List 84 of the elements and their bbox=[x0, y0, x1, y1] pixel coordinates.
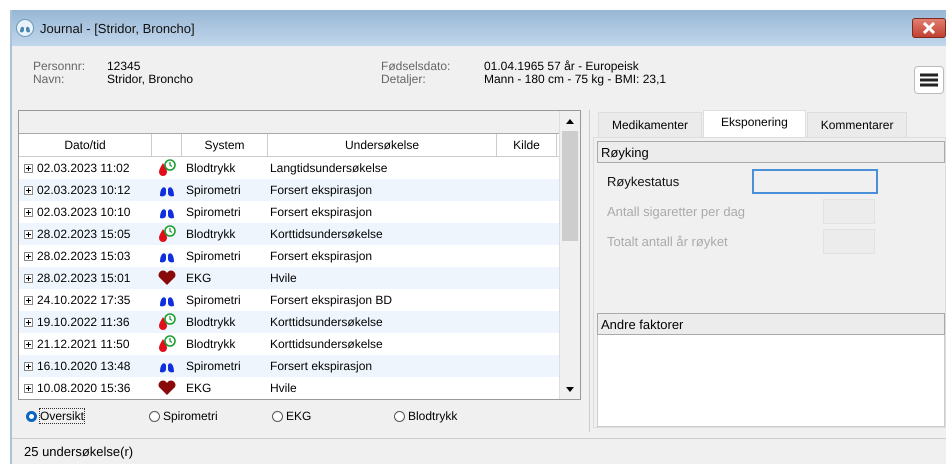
date-cell: 02.03.2023 11:02 bbox=[37, 161, 130, 175]
radio-button[interactable]: Spirometri bbox=[149, 409, 272, 423]
expand-button[interactable] bbox=[24, 164, 33, 172]
scrollbar[interactable] bbox=[559, 111, 580, 399]
heart-icon bbox=[157, 379, 177, 397]
table-cell-text: Korttidsundersøkelse bbox=[269, 336, 384, 353]
table-cell-text: Spirometri bbox=[185, 248, 242, 265]
table-cell-text: Korttidsundersøkelse bbox=[269, 226, 384, 243]
table-cell-text: Forsert ekspirasjon bbox=[269, 182, 374, 199]
table-cell-text: Spirometri bbox=[185, 182, 242, 199]
heart-icon bbox=[157, 269, 177, 287]
expand-button[interactable] bbox=[24, 340, 33, 348]
up-arrow-icon bbox=[566, 118, 574, 124]
field-label: Personnr: bbox=[33, 60, 86, 73]
table-cell-text: Forsert ekspirasjon bbox=[269, 204, 374, 221]
table-cell-text: Blodtrykk bbox=[185, 314, 236, 331]
table-cell-text: Forsert ekspirasjon bbox=[269, 358, 374, 375]
date-cell: 21.12.2021 11:50 bbox=[37, 337, 130, 351]
table-cell-text: Langtidsundersøkelse bbox=[269, 160, 388, 177]
date-cell: 10.08.2020 15:36 bbox=[37, 381, 130, 395]
expand-button[interactable] bbox=[24, 208, 33, 216]
table-cell-text: Blodtrykk bbox=[185, 336, 236, 353]
field-label: Antall sigaretter per dag bbox=[607, 204, 746, 219]
table-cell-text: Spirometri bbox=[185, 358, 242, 375]
menu-icon bbox=[920, 73, 938, 87]
expand-button[interactable] bbox=[24, 230, 33, 238]
table-cell-text: Spirometri bbox=[185, 204, 242, 221]
date-cell: 28.02.2023 15:01 bbox=[37, 271, 130, 285]
tab[interactable]: Kommentarer bbox=[806, 112, 908, 137]
section-header: Andre faktorer bbox=[597, 313, 945, 335]
table-cell-text: Forsert ekspirasjon BD bbox=[269, 292, 394, 309]
field-label: Totalt antall år røyket bbox=[607, 234, 729, 249]
table-cell-text: Hvile bbox=[269, 380, 298, 397]
date-cell: 02.03.2023 10:10 bbox=[37, 205, 130, 219]
expand-button[interactable] bbox=[24, 296, 33, 304]
field-label: Detaljer: bbox=[381, 73, 427, 86]
tab[interactable]: Medikamenter bbox=[598, 112, 702, 137]
scroll-thumb[interactable] bbox=[562, 131, 578, 241]
section-header: Røyking bbox=[597, 141, 945, 163]
field-label: Fødselsdato: bbox=[381, 60, 452, 73]
date-cell: 16.10.2020 13:48 bbox=[37, 359, 130, 373]
field-value: Mann - 180 cm - 75 kg - BMI: 23,1 bbox=[484, 73, 668, 86]
window-title: Journal - [Stridor, Broncho] bbox=[40, 20, 196, 36]
field-label: Navn: bbox=[33, 73, 66, 86]
down-arrow-icon bbox=[566, 386, 574, 392]
radio-button[interactable]: EKG bbox=[272, 409, 394, 423]
table-cell-text: EKG bbox=[185, 270, 212, 287]
blood-drop-clock-icon bbox=[157, 313, 177, 331]
field-label: Røykestatus bbox=[607, 174, 680, 189]
expand-button[interactable] bbox=[24, 274, 33, 282]
date-cell: 24.10.2022 17:35 bbox=[37, 293, 130, 307]
input-field[interactable] bbox=[752, 169, 878, 194]
radio-button[interactable]: Oversikt bbox=[26, 409, 149, 423]
table-cell-text: EKG bbox=[185, 380, 212, 397]
table-cell-text: Forsert ekspirasjon bbox=[269, 248, 374, 265]
status-text: 25 undersøkelse(r) bbox=[12, 438, 946, 464]
table-cell-text: Blodtrykk bbox=[185, 226, 236, 243]
date-cell: 28.02.2023 15:05 bbox=[37, 227, 130, 241]
field-value: Stridor, Broncho bbox=[107, 73, 194, 86]
expand-button[interactable] bbox=[24, 362, 33, 370]
column-header[interactable]: Kilde bbox=[497, 134, 557, 156]
close-icon bbox=[922, 22, 936, 34]
expand-button[interactable] bbox=[24, 252, 33, 260]
field-value: 12345 bbox=[107, 60, 142, 73]
radio-button[interactable]: Blodtrykk bbox=[394, 409, 517, 423]
close-button[interactable] bbox=[912, 18, 946, 38]
tab[interactable]: Eksponering bbox=[703, 110, 806, 137]
table-cell-text: Blodtrykk bbox=[185, 160, 236, 177]
table-cell-text: Korttidsundersøkelse bbox=[269, 314, 384, 331]
date-cell: 19.10.2022 11:36 bbox=[37, 315, 130, 329]
menu-button[interactable] bbox=[914, 66, 944, 94]
expand-button[interactable] bbox=[24, 384, 33, 392]
lungs-icon bbox=[16, 19, 34, 37]
column-header[interactable]: Dato/tid bbox=[19, 134, 152, 156]
table-cell-text: Hvile bbox=[269, 270, 298, 287]
expand-button[interactable] bbox=[24, 186, 33, 194]
column-header[interactable]: Undersøkelse bbox=[268, 134, 497, 156]
date-cell: 28.02.2023 15:03 bbox=[37, 249, 130, 263]
table-cell-text: Spirometri bbox=[185, 292, 242, 309]
expand-button[interactable] bbox=[24, 318, 33, 326]
field-value: 01.04.1965 57 år - Europeisk bbox=[484, 60, 640, 73]
date-cell: 02.03.2023 10:12 bbox=[37, 183, 130, 197]
column-header[interactable]: System bbox=[182, 134, 268, 156]
blood-drop-clock-icon bbox=[157, 225, 177, 243]
